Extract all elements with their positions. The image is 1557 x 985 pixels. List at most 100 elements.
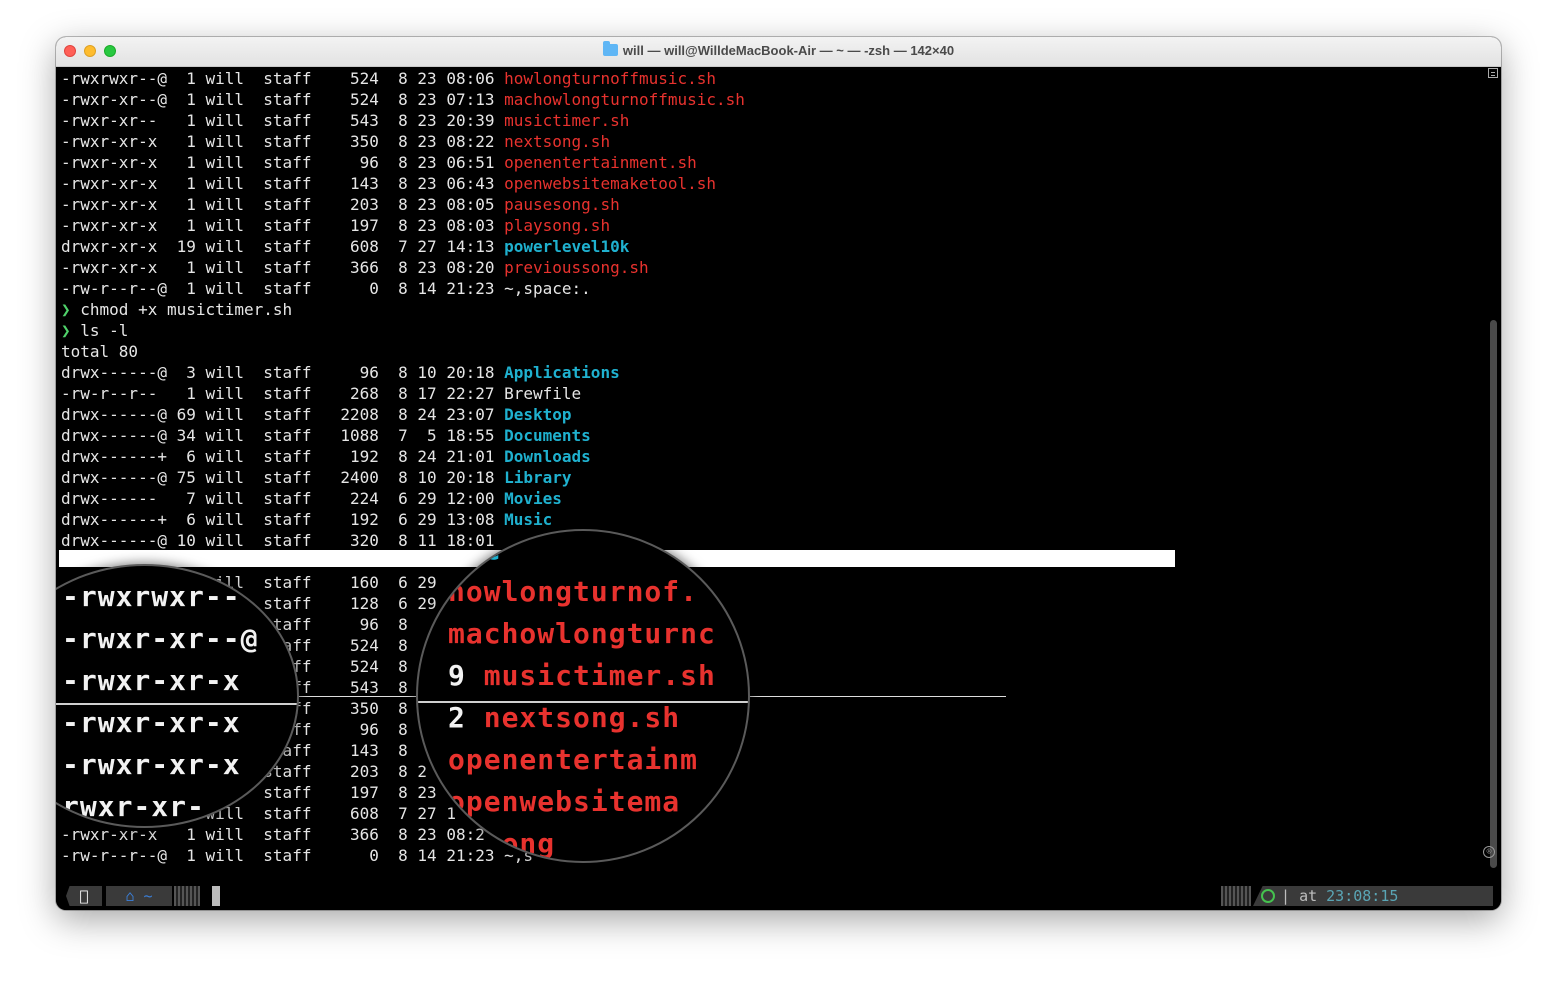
file-name: Applications xyxy=(504,363,620,382)
time-segment: | at 23:08:15 xyxy=(1253,886,1493,906)
terminal-line: total 80 xyxy=(61,342,139,361)
magnified-filename: 9 musictimer.sh xyxy=(448,659,716,692)
terminal-line: will staff 197 8 23 xyxy=(61,782,1486,803)
magnifier-divider xyxy=(56,703,297,705)
magnified-filename: openentertainm xyxy=(448,743,699,776)
scrollbar[interactable] xyxy=(1490,320,1497,868)
terminal-line: -rwxr-xr-x 1 will staff 203 8 23 08:05 p… xyxy=(61,194,1486,215)
magnifier-right: ync howlongturnof. machowlongturnc 9 musict… xyxy=(416,529,750,863)
terminal-line: -rwxr-xr-x 1 will staff 366 8 23 08:2 xyxy=(61,824,1486,845)
magnified-filename: ync xyxy=(448,533,502,566)
window-title: will — will@WilldeMacBook-Air — ~ — -zsh… xyxy=(622,43,955,58)
terminal-line: drwx------+ 6 will staff 192 6 29 13:08 … xyxy=(61,509,1486,530)
terminal-line: drwxr-xr-x 19 will staff 608 7 27 14:13 … xyxy=(61,236,1486,257)
command-text: ls -l xyxy=(80,321,129,340)
file-meta: drwx------ 7 will staff 224 6 29 12:00 xyxy=(61,489,505,508)
file-name: ~,space:. xyxy=(504,279,591,298)
file-meta: drwx------@ 69 will staff 2208 8 24 23:0… xyxy=(61,405,505,424)
terminal-line: -rwxr-xr-x 1 will staff 143 8 23 06:43 o… xyxy=(61,173,1486,194)
prompt-chevron: ❯ xyxy=(61,300,81,319)
file-meta: -rw-r--r-- 1 will staff 268 8 17 22:27 xyxy=(61,384,505,403)
terminal-line: drwx------@ 69 will staff 2208 8 24 23:0… xyxy=(61,404,1486,425)
command-text: chmod +x musictimer.sh xyxy=(80,300,293,319)
at-label: at xyxy=(1299,887,1318,905)
terminal-line: drwx------@ 3 will staff 96 8 10 20:18 A… xyxy=(61,362,1486,383)
file-meta: drwxr-xr-x 19 will staff 608 7 27 14:13 xyxy=(61,237,505,256)
info-icon: ® xyxy=(1483,846,1495,858)
terminal-line: drwx------@ 10 will staff 320 8 11 18:01 xyxy=(61,530,1486,551)
file-meta: -rwxrwxr--@ 1 will staff 524 8 23 08:06 xyxy=(61,69,505,88)
magnified-permission: -rwxr-xr-x xyxy=(62,748,241,781)
terminal-window: will — will@WilldeMacBook-Air — ~ — -zsh… xyxy=(56,37,1501,910)
file-name: musictimer.sh xyxy=(504,111,630,130)
magnified-filename: openwebsitema xyxy=(448,785,681,818)
magnified-permission: -rwxr-xr-x xyxy=(62,706,241,739)
file-meta: -rwxr-xr-x 1 will staff 366 8 23 08:2 xyxy=(61,825,505,844)
terminal-line: -rwxr-xr-- 1 will staff 543 8 23 20:39 m… xyxy=(61,110,1486,131)
file-meta: drwx------+ 6 will staff 192 6 29 13:08 xyxy=(61,510,505,529)
magnified-permission: rwxr-xr- xyxy=(62,790,205,823)
folder-icon xyxy=(602,41,618,56)
file-meta: -rwxr-xr-x 1 will staff 96 8 23 06:51 xyxy=(61,153,505,172)
terminal-line: drwx------@ 34 will staff 1088 7 5 18:55… xyxy=(61,425,1486,446)
file-name: previoussong.sh xyxy=(504,258,649,277)
terminal-line: -rwxr-xr-x 1 will staff 197 8 23 08:03 p… xyxy=(61,215,1486,236)
separator-pattern xyxy=(174,886,200,906)
scroll-menu-icon[interactable] xyxy=(1488,68,1498,78)
file-name: nextsong.sh xyxy=(504,132,611,151)
terminal-line: drwx------+ 6 will staff 192 8 24 21:01 … xyxy=(61,446,1486,467)
file-meta: drwx------@ 75 will staff 2400 8 10 20:1… xyxy=(61,468,505,487)
terminal-line: 19 will staff 608 7 27 1 xyxy=(61,803,1486,824)
file-name: Music xyxy=(504,510,553,529)
magnified-permission: -rwxr-xr-x xyxy=(62,664,241,697)
magnified-permission: -rwxrwxr-- xyxy=(62,580,241,613)
file-meta: -rwxr-xr-x 1 will staff 203 8 23 08:05 xyxy=(61,195,505,214)
terminal-line: -rwxr-xr-x 1 will staff 366 8 23 08:20 p… xyxy=(61,257,1486,278)
file-name: openentertainment.sh xyxy=(504,153,697,172)
apple-icon:  xyxy=(66,886,102,906)
file-meta: drwx------@ 3 will staff 96 8 10 20:18 xyxy=(61,363,505,382)
separator-pattern-right xyxy=(1221,886,1251,906)
clock-time: 23:08:15 xyxy=(1326,887,1399,905)
magnified-filename: 2 nextsong.sh xyxy=(448,701,681,734)
file-name: Documents xyxy=(504,426,591,445)
file-name: openwebsitemaketool.sh xyxy=(504,174,717,193)
file-name: Library xyxy=(504,468,572,487)
file-name: playsong.sh xyxy=(504,216,611,235)
file-name: Movies xyxy=(504,489,562,508)
file-name: Desktop xyxy=(504,405,572,424)
file-name: pausesong.sh xyxy=(504,195,620,214)
file-name: Brewfile xyxy=(504,384,582,403)
file-name: machowlongturnoffmusic.sh xyxy=(504,90,745,109)
file-meta: -rwxr-xr-- 1 will staff 543 8 23 20:39 xyxy=(61,111,505,130)
file-name: powerlevel10k xyxy=(504,237,630,256)
file-meta: drwx------@ 34 will staff 1088 7 5 18:55 xyxy=(61,426,505,445)
terminal-line: -rw-r--r-- 1 will staff 268 8 17 22:27 B… xyxy=(61,383,1486,404)
terminal-line: drwx------@ 75 will staff 2400 8 10 20:1… xyxy=(61,467,1486,488)
home-path: ~ xyxy=(143,887,153,905)
terminal-line: -rw-r--r--@ 1 will staff 0 8 14 21:23 ~,… xyxy=(61,845,1486,866)
prompt-statusbar:  ⌂ ~ | at 23:08:15 xyxy=(56,880,1501,910)
file-name: howlongturnoffmusic.sh xyxy=(504,69,717,88)
terminal-line: 5 will staff 160 6 29 xyxy=(61,572,1486,593)
file-meta: -rwxr-xr-x 1 will staff 350 8 23 08:22 xyxy=(61,132,505,151)
check-circle-icon xyxy=(1261,889,1275,903)
terminal-line: -rwxr-xr-x 1 will staff 350 8 23 08:22 n… xyxy=(61,131,1486,152)
magnified-permission: -rwxr-xr--@ xyxy=(62,622,259,655)
terminal-line: -rwxr-xr--@ 1 will staff 524 8 23 07:13 … xyxy=(61,89,1486,110)
terminal-line: drwx------ 7 will staff 224 6 29 12:00 M… xyxy=(61,488,1486,509)
terminal-line: -rw-r--r--@ 1 will staff 0 8 14 21:23 ~,… xyxy=(61,278,1486,299)
file-meta: -rwxr-xr-x 1 will staff 366 8 23 08:20 xyxy=(61,258,505,277)
terminal-line: -rwxrwxr--@ 1 will staff 524 8 23 08:06 … xyxy=(61,68,1486,89)
title-bar: will — will@WilldeMacBook-Air — ~ — -zsh… xyxy=(56,37,1501,67)
file-meta: drwx------+ 6 will staff 192 8 24 21:01 xyxy=(61,447,505,466)
file-name: Downloads xyxy=(504,447,591,466)
file-meta: drwx------@ 10 will staff 320 8 11 18:01 xyxy=(61,531,505,550)
file-meta: -rw-r--r--@ 1 will staff 0 8 14 21:23 xyxy=(61,846,505,865)
file-meta: -rwxr-xr-x 1 will staff 197 8 23 08:03 xyxy=(61,216,505,235)
file-meta: -rw-r--r--@ 1 will staff 0 8 14 21:23 xyxy=(61,279,505,298)
terminal-line: will staff 128 6 29 xyxy=(61,593,1486,614)
magnified-filename: howlongturnof. xyxy=(448,575,699,608)
terminal-line: ❯ chmod +x musictimer.sh xyxy=(61,299,1486,320)
terminal-line: ❯ ls -l xyxy=(61,320,1486,341)
